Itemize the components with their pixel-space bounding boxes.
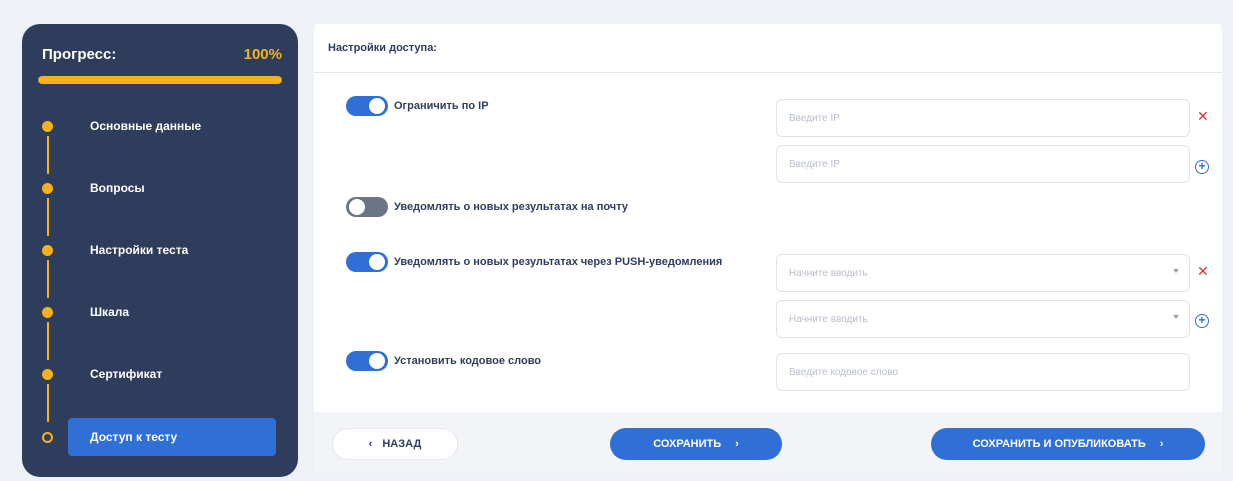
chevron-left-icon: ‹	[368, 438, 373, 450]
step-label: Сертификат	[90, 367, 163, 381]
code-word-input[interactable]: Введите кодовое слово	[776, 353, 1190, 391]
back-button[interactable]: ‹ НАЗАД	[332, 428, 458, 460]
ip-input-2[interactable]: Введите IP	[776, 145, 1190, 183]
step-questions[interactable]: Вопросы	[22, 169, 298, 207]
save-and-publish-button[interactable]: СОХРАНИТЬ И ОПУБЛИКОВАТЬ ›	[931, 428, 1205, 460]
save-button-label: СОХРАНИТЬ	[653, 438, 722, 450]
progress-label: Прогресс:	[42, 46, 117, 63]
step-label: Доступ к тесту	[90, 430, 178, 444]
close-icon[interactable]: ✕	[1197, 263, 1209, 280]
push-recipient-select-2[interactable]: Начните вводить	[776, 300, 1190, 338]
progress-sidebar: Прогресс: 100% Основные данные Вопросы Н…	[22, 24, 298, 477]
access-settings-card: Настройки доступа: Ограничить по IP Введ…	[314, 24, 1222, 471]
email-notify-row: Уведомлять о новых результатах на почту	[346, 197, 628, 217]
step-scale[interactable]: Шкала	[22, 293, 298, 331]
ip-restriction-row: Ограничить по IP	[346, 96, 489, 116]
chevron-right-icon: ›	[735, 438, 739, 450]
push-recipient-select-1[interactable]: Начните вводить	[776, 254, 1190, 292]
code-word-row: Установить кодовое слово	[346, 351, 541, 371]
step-test-settings[interactable]: Настройки теста	[22, 231, 298, 269]
chevron-right-icon: ›	[1159, 438, 1164, 450]
chevron-down-icon	[1173, 269, 1179, 273]
toggle-knob	[369, 353, 385, 369]
push-notify-label: Уведомлять о новых результатах через PUS…	[394, 256, 723, 268]
step-done-dot-icon	[42, 244, 53, 256]
ip-restriction-toggle[interactable]	[346, 96, 388, 116]
step-label: Шкала	[90, 305, 130, 319]
push-notify-row: Уведомлять о новых результатах через PUS…	[346, 252, 722, 272]
step-done-dot-icon	[42, 306, 53, 318]
plus-circle-icon[interactable]: +	[1195, 314, 1209, 328]
card-title: Настройки доступа:	[314, 24, 1222, 73]
step-done-dot-icon	[42, 368, 53, 380]
step-done-dot-icon	[42, 120, 53, 132]
progress-header: Прогресс: 100%	[42, 46, 282, 63]
step-test-access[interactable]: Доступ к тесту	[22, 418, 298, 456]
step-done-dot-icon	[42, 182, 53, 194]
step-label: Настройки теста	[90, 243, 189, 257]
push-notify-toggle[interactable]	[346, 252, 388, 272]
progress-fill	[38, 76, 282, 84]
step-certificate[interactable]: Сертификат	[22, 355, 298, 393]
ip-input-1[interactable]: Введите IP	[776, 99, 1190, 137]
step-basic-data[interactable]: Основные данные	[22, 107, 298, 145]
progress-bar	[38, 76, 282, 84]
step-label: Основные данные	[90, 119, 202, 133]
step-empty-dot-icon	[42, 431, 53, 443]
code-word-toggle[interactable]	[346, 351, 388, 371]
email-notify-label: Уведомлять о новых результатах на почту	[394, 201, 628, 213]
select-placeholder: Начните вводить	[789, 313, 868, 325]
save-button[interactable]: СОХРАНИТЬ ›	[610, 428, 782, 460]
ip-restriction-label: Ограничить по IP	[394, 100, 489, 112]
progress-value: 100%	[243, 46, 282, 63]
chevron-down-icon	[1173, 315, 1179, 319]
close-icon[interactable]: ✕	[1197, 108, 1209, 125]
toggle-knob	[369, 254, 385, 270]
email-notify-toggle[interactable]	[346, 197, 388, 217]
back-button-label: НАЗАД	[382, 438, 422, 450]
card-footer: ‹ НАЗАД СОХРАНИТЬ › СОХРАНИТЬ И ОПУБЛИКО…	[314, 412, 1222, 471]
step-label: Вопросы	[90, 181, 145, 195]
plus-circle-icon[interactable]: +	[1195, 160, 1209, 174]
publish-button-label: СОХРАНИТЬ И ОПУБЛИКОВАТЬ	[972, 438, 1146, 450]
select-placeholder: Начните вводить	[789, 267, 868, 279]
toggle-knob	[369, 98, 385, 114]
code-word-label: Установить кодовое слово	[394, 355, 542, 367]
toggle-knob	[349, 199, 365, 215]
